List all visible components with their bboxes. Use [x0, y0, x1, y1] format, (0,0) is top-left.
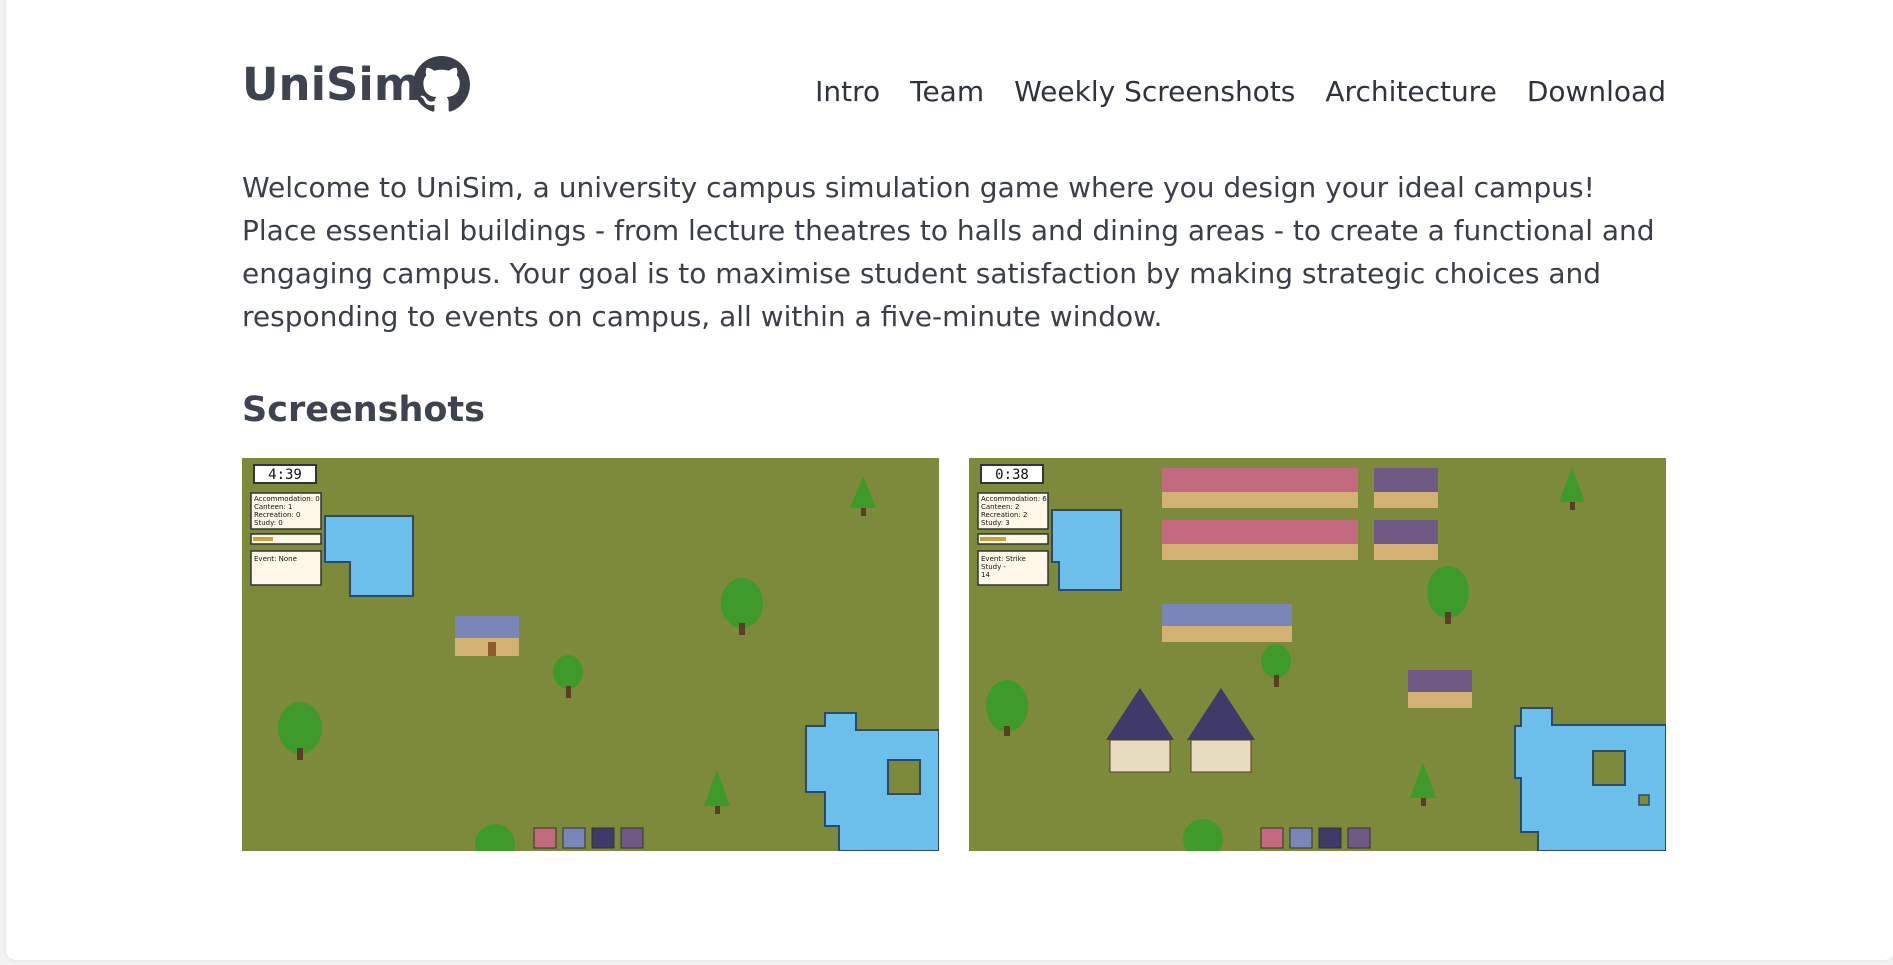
build-study-icon: [620, 827, 644, 849]
nav-intro[interactable]: Intro: [815, 72, 880, 112]
build-recreation-icon: [1318, 827, 1342, 849]
nav-architecture[interactable]: Architecture: [1325, 72, 1496, 112]
github-icon-graphic: [413, 56, 470, 112]
main-nav: Intro Team Weekly Screenshots Architectu…: [815, 72, 1666, 112]
screenshots-heading: Screenshots: [242, 390, 485, 430]
timer-text: 0:38: [995, 467, 1029, 483]
stats-panel: Accommodation: 0 Canteen: 1 Recreation: …: [250, 492, 322, 530]
github-icon[interactable]: [413, 56, 470, 113]
stat-accommodation: Accommodation: 0: [254, 495, 320, 503]
event-text: Event: None: [254, 555, 297, 563]
stat-canteen: Canteen: 1: [254, 503, 292, 511]
nav-weekly-screenshots[interactable]: Weekly Screenshots: [1014, 72, 1295, 112]
stat-canteen: Canteen: 2: [981, 503, 1019, 511]
lake: [1514, 707, 1666, 851]
intro-paragraph: Welcome to UniSim, a university campus s…: [242, 171, 1655, 333]
site-title[interactable]: UniSim: [242, 58, 421, 112]
stat-study: Study: 0: [254, 519, 283, 527]
stat-recreation: Recreation: 2: [981, 511, 1027, 519]
stat-study: Study: 3: [981, 519, 1010, 527]
nav-team[interactable]: Team: [910, 72, 984, 112]
event-detail: Study -: [981, 563, 1006, 571]
game-screenshot-1[interactable]: 4:39 Accommodation: 0 Canteen: 1 Recreat…: [242, 458, 939, 851]
island: [1592, 750, 1626, 786]
timer-text: 4:39: [268, 467, 302, 483]
build-canteen-icon: [1289, 827, 1313, 849]
event-panel: Event: Strike Study - 14: [977, 550, 1049, 586]
island: [887, 759, 921, 795]
game-scene-1: 4:39 Accommodation: 0 Canteen: 1 Recreat…: [242, 458, 939, 851]
build-study-icon: [1347, 827, 1371, 849]
page-card: UniSim Intro Team Weekly Screenshots Arc…: [6, 0, 1893, 960]
build-accommodation-icon: [533, 827, 557, 849]
build-recreation-icon: [591, 827, 615, 849]
island: [1638, 794, 1650, 806]
build-accommodation-icon: [1260, 827, 1284, 849]
canteen-buildings: [1162, 604, 1292, 642]
game-screenshot-2[interactable]: 0:38 Accommodation: 6 Canteen: 2 Recreat…: [969, 458, 1666, 851]
lake: [1051, 509, 1122, 591]
canteen-building: [455, 616, 519, 656]
build-canteen-icon: [562, 827, 586, 849]
event-text: Event: Strike: [981, 555, 1026, 563]
event-panel: Event: None: [250, 550, 322, 586]
event-value: 14: [981, 571, 990, 579]
stat-recreation: Recreation: 0: [254, 511, 300, 519]
satisfaction-bar: [250, 533, 322, 545]
satisfaction-bar: [977, 533, 1049, 545]
game-scene-2: 0:38 Accommodation: 6 Canteen: 2 Recreat…: [969, 458, 1666, 851]
nav-download[interactable]: Download: [1527, 72, 1666, 112]
stat-accommodation: Accommodation: 6: [981, 495, 1047, 503]
timer-panel: 0:38: [980, 464, 1044, 484]
stats-panel: Accommodation: 6 Canteen: 2 Recreation: …: [977, 492, 1049, 530]
timer-panel: 4:39: [253, 464, 317, 484]
